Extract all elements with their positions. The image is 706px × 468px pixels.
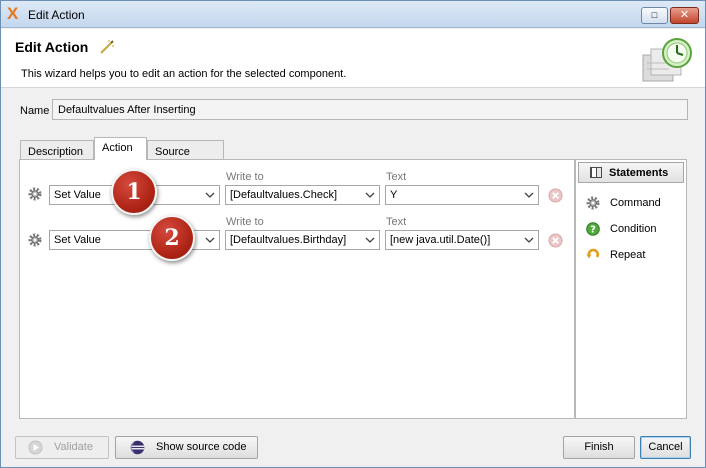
restore-button[interactable]: □ (641, 7, 668, 24)
text-select[interactable]: [new java.util.Date()] (385, 230, 539, 250)
chevron-down-icon (365, 192, 375, 198)
step-badge-1: 1 (111, 169, 157, 215)
remove-icon[interactable] (548, 188, 563, 203)
title-bar: X Edit Action □ ✕ (1, 1, 705, 28)
page-title: Edit Action (15, 39, 89, 55)
write-to-select[interactable]: [Defaultvalues.Birthday] (225, 230, 380, 250)
write-to-value: [Defaultvalues.Check] (230, 189, 337, 201)
chevron-down-icon (365, 237, 375, 243)
tab-source-code[interactable]: Source code (147, 140, 224, 170)
statement-condition-label: Condition (610, 223, 657, 235)
statement-repeat-label: Repeat (610, 249, 646, 261)
command-select-value: Set Value (54, 189, 101, 201)
text-label: Text (386, 171, 407, 183)
repeat-icon (586, 248, 599, 259)
cancel-button[interactable]: Cancel (640, 436, 691, 459)
chevron-down-icon (524, 192, 534, 198)
write-to-label: Write to (226, 171, 264, 183)
write-to-value: [Defaultvalues.Birthday] (230, 234, 347, 246)
statement-command[interactable]: Command (586, 196, 676, 212)
close-icon: ✕ (679, 9, 690, 21)
statement-command-label: Command (610, 197, 661, 209)
show-source-code-label: Show source code (156, 441, 247, 453)
eclipse-icon (130, 440, 145, 455)
page-subtitle: This wizard helps you to edit an action … (21, 68, 347, 80)
text-select[interactable]: Y (385, 185, 539, 205)
statements-title: Statements (609, 167, 669, 179)
step-badge-2: 2 (149, 215, 195, 261)
tab-description[interactable]: Description (20, 140, 94, 160)
write-to-select[interactable]: [Defaultvalues.Check] (225, 185, 380, 205)
app-logo-icon: X (7, 4, 19, 23)
write-to-label: Write to (226, 216, 264, 228)
close-button[interactable]: ✕ (670, 7, 699, 24)
wizard-header: Edit Action This wizard helps you to edi… (1, 29, 705, 88)
wizard-clock-icon (642, 38, 692, 82)
window-title: Edit Action (28, 8, 85, 22)
show-source-code-button[interactable]: Show source code (115, 436, 258, 459)
text-value: [new java.util.Date()] (390, 234, 491, 246)
command-select-value: Set Value (54, 234, 101, 246)
book-icon (590, 167, 602, 178)
validate-label: Validate (54, 441, 93, 453)
statement-condition[interactable]: ? Condition (586, 222, 676, 238)
panel-divider[interactable] (574, 160, 576, 418)
chevron-down-icon (205, 237, 215, 243)
text-value: Y (390, 189, 398, 201)
remove-icon[interactable] (548, 233, 563, 248)
restore-icon: □ (651, 10, 658, 20)
statements-header[interactable]: Statements (578, 162, 684, 183)
text-label: Text (386, 216, 407, 228)
validate-button[interactable]: Validate (15, 436, 109, 459)
chevron-down-icon (205, 192, 215, 198)
name-field[interactable]: Defaultvalues After Inserting (52, 99, 688, 120)
magic-wand-icon (100, 40, 114, 54)
question-icon: ? (586, 222, 600, 236)
statement-repeat[interactable]: Repeat (586, 248, 676, 264)
play-icon (28, 440, 43, 455)
gear-icon (586, 196, 600, 210)
gear-icon[interactable] (28, 233, 42, 247)
action-tab-panel: Set Value Write to [Defaultvalues.Check]… (19, 159, 687, 419)
tab-action[interactable]: Action (94, 137, 147, 160)
svg-text:?: ? (590, 225, 596, 236)
chevron-down-icon (524, 237, 534, 243)
gear-icon[interactable] (28, 187, 42, 201)
edit-action-dialog: X Edit Action □ ✕ Edit Action This wizar… (0, 0, 706, 468)
finish-button[interactable]: Finish (563, 436, 635, 459)
name-label: Name (20, 105, 50, 117)
